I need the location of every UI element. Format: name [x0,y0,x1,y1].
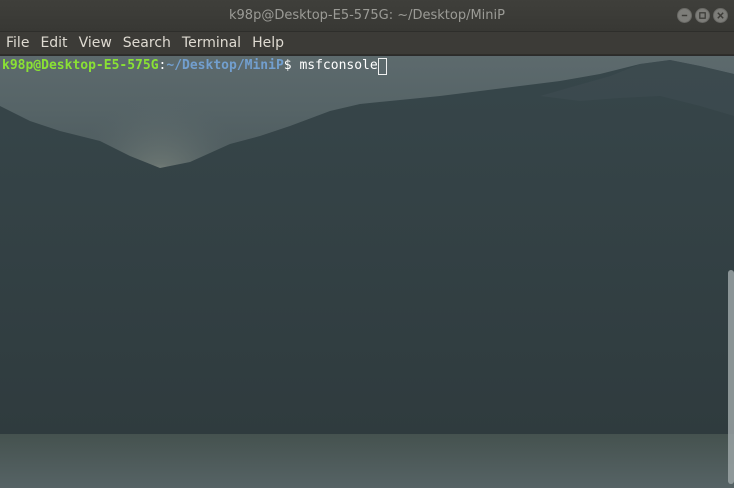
menu-help[interactable]: Help [246,35,289,51]
menu-edit[interactable]: Edit [34,35,72,51]
window-controls [677,8,728,23]
terminal-window: k98p@Desktop-E5-575G: ~/Desktop/MiniP Fi… [0,0,734,488]
prompt-colon: : [158,58,167,73]
close-icon[interactable] [713,8,728,23]
window-title: k98p@Desktop-E5-575G: ~/Desktop/MiniP [229,8,505,23]
scrollbar[interactable] [727,56,734,488]
menu-terminal[interactable]: Terminal [176,35,246,51]
scrollbar-thumb[interactable] [728,270,734,484]
background-mountains [0,60,734,488]
prompt-path: ~/Desktop/MiniP [166,58,284,73]
menu-bar: File Edit View Search Terminal Help [0,32,734,55]
command-text: msfconsole [299,58,378,73]
prompt-user-host: k98p@Desktop-E5-575G [2,58,159,73]
maximize-icon[interactable] [695,8,710,23]
menu-view[interactable]: View [73,35,117,51]
title-bar[interactable]: k98p@Desktop-E5-575G: ~/Desktop/MiniP [0,0,734,32]
menu-file[interactable]: File [0,35,34,51]
menu-search[interactable]: Search [117,35,176,51]
terminal-area[interactable]: k98p@Desktop-E5-575G: ~/Desktop/MiniP $ ms… [0,56,734,488]
minimize-icon[interactable] [677,8,692,23]
prompt-symbol: $ [283,58,300,73]
prompt-line[interactable]: k98p@Desktop-E5-575G: ~/Desktop/MiniP $ ms… [2,57,387,75]
text-cursor [377,57,387,75]
